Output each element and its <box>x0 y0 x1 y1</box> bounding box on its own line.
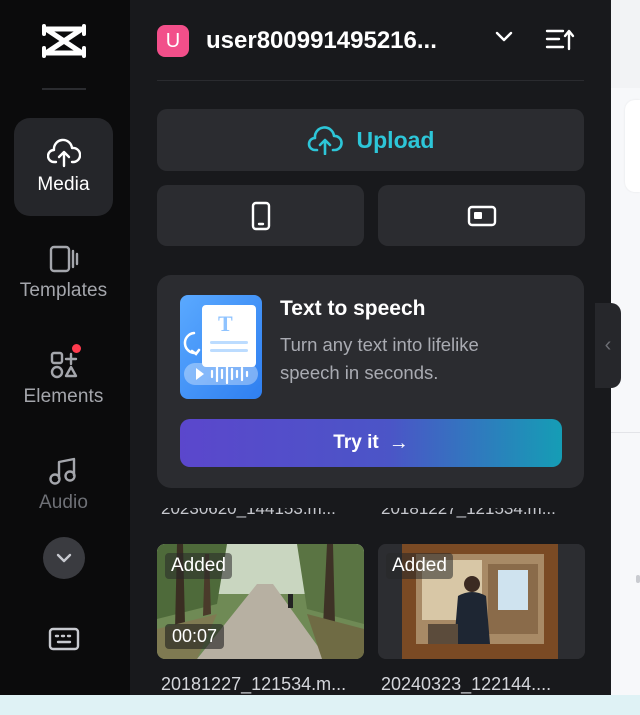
sort-icon[interactable] <box>545 27 575 53</box>
cloud-upload-icon <box>307 126 343 155</box>
avatar[interactable]: U <box>157 25 189 57</box>
screen-record-icon <box>467 205 496 226</box>
phone-icon <box>251 201 270 230</box>
expand-nav-button[interactable] <box>43 537 85 579</box>
divider <box>611 432 640 433</box>
media-item[interactable]: Added <box>378 544 585 659</box>
nav-item-elements[interactable]: Elements <box>14 330 113 428</box>
tts-description: Turn any text into lifelike speech in se… <box>280 334 479 383</box>
nav-item-templates[interactable]: Templates <box>14 224 113 322</box>
music-note-icon <box>48 457 76 485</box>
chevron-left-icon: ‹ <box>604 334 612 356</box>
bottom-strip <box>0 695 640 715</box>
elements-icon <box>50 351 77 379</box>
capcut-logo-icon[interactable] <box>40 22 88 60</box>
notification-badge <box>72 344 81 353</box>
svg-text:T: T <box>218 311 233 336</box>
nav-rail: Media Templates Elements Audio <box>0 0 130 695</box>
added-badge: Added <box>165 553 232 579</box>
try-it-label: Try it <box>333 432 379 453</box>
try-it-button[interactable]: Try it → <box>180 419 562 467</box>
partial-file-name: 20181227_121534.m... <box>381 508 556 518</box>
text-to-speech-illustration: T <box>180 295 262 399</box>
nav-item-media[interactable]: Media <box>14 118 113 216</box>
chevron-down-icon <box>56 553 72 563</box>
cloud-upload-icon <box>46 138 81 168</box>
collapse-panel-handle[interactable]: ‹ <box>595 303 621 388</box>
nav-item-audio[interactable]: Audio <box>14 436 113 534</box>
toolbar-strip <box>611 0 640 88</box>
keyboard-icon <box>48 627 80 651</box>
nav-item-label: Elements <box>23 386 104 407</box>
added-badge: Added <box>386 553 453 579</box>
upload-label: Upload <box>356 126 435 153</box>
text-to-speech-card: T Text to speech Turn any text into life… <box>157 275 584 488</box>
media-item[interactable]: Added 00:07 <box>157 544 364 659</box>
account-row: U user800991495216... <box>157 25 597 57</box>
tts-title: Text to speech <box>280 297 426 320</box>
nav-item-label: Audio <box>38 492 89 513</box>
media-file-name: 20181227_121534.m... <box>161 674 347 694</box>
rail-divider <box>42 88 86 90</box>
chevron-down-icon[interactable] <box>495 31 513 43</box>
nav-item-label: Templates <box>19 280 108 301</box>
scroll-indicator <box>636 575 640 583</box>
templates-icon <box>49 245 78 273</box>
nav-item-label: Media <box>37 174 90 195</box>
screen-record-button[interactable] <box>378 185 585 246</box>
upload-button[interactable]: Upload <box>157 109 584 171</box>
app-root: Media Templates Elements Audio U user800… <box>0 0 640 715</box>
properties-card <box>625 100 640 192</box>
media-file-name: 20240323_122144.... <box>381 674 552 694</box>
media-panel: U user800991495216... Upload T Text to s… <box>130 0 611 695</box>
keyboard-shortcuts-button[interactable] <box>46 624 82 654</box>
username[interactable]: user800991495216... <box>206 27 476 55</box>
phone-upload-button[interactable] <box>157 185 364 246</box>
arrow-right-icon: → <box>388 431 409 454</box>
partial-file-name: 20230620_144153.m... <box>161 508 336 518</box>
panel-divider <box>157 80 584 81</box>
duration-label: 00:07 <box>165 624 225 649</box>
